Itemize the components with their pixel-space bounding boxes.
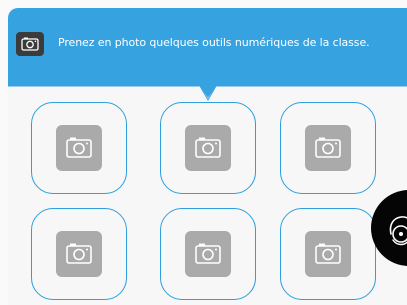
- instruction-text: Prenez en photo quelques outils numériqu…: [58, 36, 370, 49]
- activity-card: Prenez en photo quelques outils numériqu…: [8, 8, 407, 305]
- photo-slot-3[interactable]: [280, 102, 376, 194]
- photo-activity-screen: Prenez en photo quelques outils numériqu…: [0, 0, 407, 305]
- voice-assistant-icon: [389, 216, 407, 246]
- camera-placeholder-icon: [305, 231, 351, 277]
- photo-slot-5[interactable]: [160, 208, 256, 300]
- photo-slot-1[interactable]: [31, 102, 127, 194]
- photo-slot-6[interactable]: [280, 208, 376, 300]
- instruction-banner: Prenez en photo quelques outils numériqu…: [8, 8, 407, 103]
- camera-placeholder-icon: [185, 125, 231, 171]
- camera-icon: [16, 32, 44, 56]
- camera-placeholder-icon: [305, 125, 351, 171]
- voice-assistant-button[interactable]: [371, 190, 407, 266]
- camera-placeholder-icon: [185, 231, 231, 277]
- camera-placeholder-icon: [56, 125, 102, 171]
- photo-slot-4[interactable]: [31, 208, 127, 300]
- photo-slot-2[interactable]: [160, 102, 256, 194]
- camera-placeholder-icon: [56, 231, 102, 277]
